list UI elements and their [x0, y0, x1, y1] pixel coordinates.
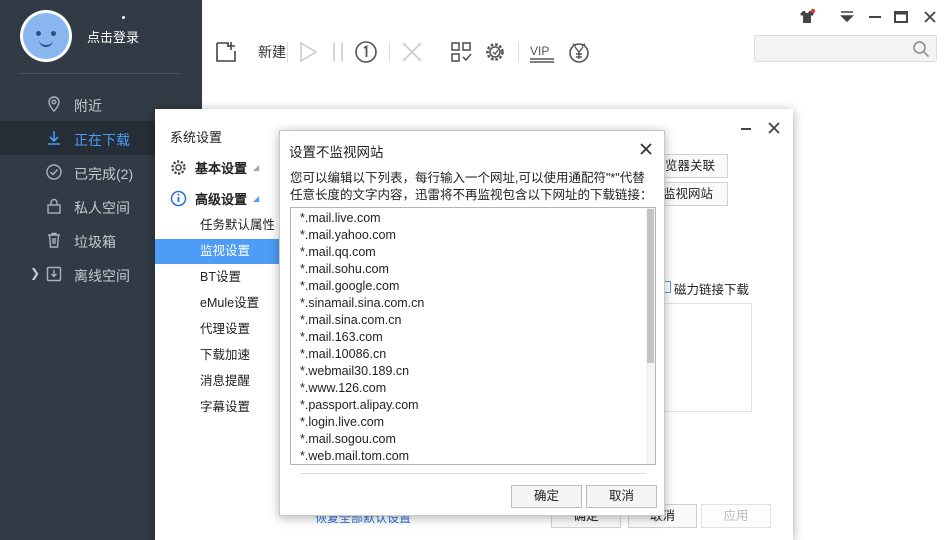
site-list-item[interactable]: *.mail.yahoo.com [291, 227, 646, 244]
download-arrow-icon [48, 131, 60, 145]
status-dot [122, 16, 125, 19]
group-basic-settings[interactable]: 基本设置 ◢ [170, 157, 259, 177]
sidebar-item-label: 正在下载 [74, 132, 130, 148]
pause-button[interactable] [326, 38, 350, 66]
site-list-item[interactable]: *.mail.sohu.com [291, 261, 646, 278]
site-list-item[interactable]: *.www.126.com [291, 380, 646, 397]
site-list-item[interactable]: *.webmail30.189.cn [291, 363, 646, 380]
chevron-icon: ◢ [253, 193, 260, 203]
sidebar-item-label: 私人空间 [74, 200, 130, 216]
settings-item-task-defaults[interactable]: 任务默认属性 [155, 213, 281, 238]
chevron-icon: ◢ [253, 162, 260, 172]
search-input[interactable] [754, 35, 937, 62]
group-label: 高级设置 [195, 191, 248, 207]
settings-title: 系统设置 [170, 130, 223, 145]
avatar-face-icon [23, 13, 69, 59]
pause-icon [333, 43, 343, 61]
scrollbar-thumb[interactable] [647, 209, 654, 363]
close-icon[interactable] [766, 120, 782, 136]
start-button[interactable] [296, 38, 320, 66]
toolbar-divider [518, 42, 519, 62]
dialog-ok-button[interactable]: 确定 [511, 485, 582, 508]
login-link[interactable]: 点击登录 [87, 27, 139, 46]
settings-apply-button[interactable]: 应用 [701, 504, 771, 528]
exclude-sites-dialog: 设置不监视网站 您可以编辑以下列表，每行输入一个网址,可以使用通配符"*"代替任… [279, 130, 665, 516]
lock-icon [47, 198, 61, 214]
site-list-item[interactable]: *.passport.alipay.com [291, 397, 646, 414]
new-task-button[interactable]: 新建 [214, 38, 286, 66]
svg-text:VIP: VIP [530, 44, 549, 58]
location-pin-icon [48, 96, 60, 112]
yuan-coin-icon [569, 43, 589, 63]
trash-icon [48, 232, 60, 248]
group-label: 基本设置 [195, 160, 248, 176]
minimize-icon[interactable] [738, 120, 754, 136]
vip-icon: VIP [530, 44, 554, 63]
qr-button[interactable] [449, 38, 473, 66]
sidebar-item-label: 离线空间 [74, 268, 130, 284]
dialog-cancel-button[interactable]: 取消 [586, 485, 657, 508]
site-list-item[interactable]: *.mail.163.com [291, 329, 646, 346]
maximize-icon[interactable] [892, 8, 910, 26]
site-list-item[interactable]: *.mail.qq.com [291, 244, 646, 261]
settings-item-bt[interactable]: BT设置 [155, 265, 281, 290]
site-list-textarea[interactable]: *.mail.live.com *.mail.yahoo.com *.mail.qq… [290, 207, 656, 465]
scrollbar[interactable] [646, 208, 655, 464]
settings-item-monitor[interactable]: 监视设置 [155, 239, 281, 264]
close-x-icon [402, 42, 422, 62]
settings-item-emule[interactable]: eMule设置 [155, 291, 281, 316]
site-list-item[interactable]: *.mail.sogou.com [291, 431, 646, 448]
dialog-description: 您可以编辑以下列表，每行输入一个网址,可以使用通配符"*"代替任意长度的文字内容… [290, 171, 653, 202]
toolbar-divider [389, 42, 390, 62]
cloud-download-icon [46, 266, 62, 282]
sidebar-item-label: 垃圾箱 [74, 234, 116, 250]
close-icon[interactable] [921, 8, 939, 26]
gear-icon [171, 159, 186, 175]
one-circle-icon [355, 41, 377, 63]
info-circle-icon [170, 190, 187, 206]
site-list-item[interactable]: *.mail.sina.com.cn [291, 312, 646, 329]
settings-item-subtitles[interactable]: 字幕设置 [155, 395, 281, 420]
gear-icon [486, 43, 504, 61]
settings-item-acceleration[interactable]: 下载加速 [155, 343, 281, 368]
magnet-label: 磁力链接下载 [674, 283, 750, 297]
monitor-options-box [659, 303, 752, 412]
qr-grid-icon [451, 42, 472, 62]
site-list-item[interactable]: *.login.live.com [291, 414, 646, 431]
group-advanced-settings[interactable]: 高级设置 ◢ [170, 188, 259, 208]
delete-button[interactable] [400, 38, 424, 66]
site-list-item[interactable]: *.web.mail.tom.com [291, 448, 646, 462]
settings-item-proxy[interactable]: 代理设置 [155, 317, 281, 342]
site-list-item[interactable]: *.mail.google.com [291, 278, 646, 295]
vip-button[interactable]: VIP [529, 38, 555, 66]
avatar[interactable] [20, 10, 72, 62]
settings-button[interactable] [483, 38, 507, 66]
play-icon [300, 41, 318, 63]
site-list-item[interactable]: *.mail.10086.cn [291, 346, 646, 363]
toolbar-divider [287, 42, 288, 62]
site-list: *.mail.live.com *.mail.yahoo.com *.mail.qq… [291, 210, 646, 462]
check-circle-icon [46, 164, 62, 180]
sidebar-divider [18, 73, 180, 74]
new-file-icon [216, 42, 236, 62]
chevron-right-icon[interactable]: ❯ [30, 266, 40, 280]
minimize-icon[interactable] [866, 8, 884, 26]
limit-button[interactable] [354, 38, 378, 66]
sidebar-item-label: 已完成(2) [74, 166, 134, 182]
settings-item-notifications[interactable]: 消息提醒 [155, 369, 281, 394]
skin-shirt-icon[interactable] [798, 8, 816, 26]
new-task-label: 新建 [258, 44, 286, 60]
menu-dropdown-icon[interactable] [838, 8, 856, 26]
dialog-divider [300, 473, 646, 474]
site-list-item[interactable]: *.mail.live.com [291, 210, 646, 227]
sidebar-item-label: 附近 [74, 98, 102, 114]
wallet-button[interactable] [567, 38, 591, 66]
search-icon[interactable] [912, 40, 930, 58]
site-list-item[interactable]: *.sinamail.sina.com.cn [291, 295, 646, 312]
toolbar: 新建 VIP [202, 0, 946, 70]
close-icon[interactable] [639, 142, 653, 156]
dialog-title: 设置不监视网站 [289, 145, 384, 160]
